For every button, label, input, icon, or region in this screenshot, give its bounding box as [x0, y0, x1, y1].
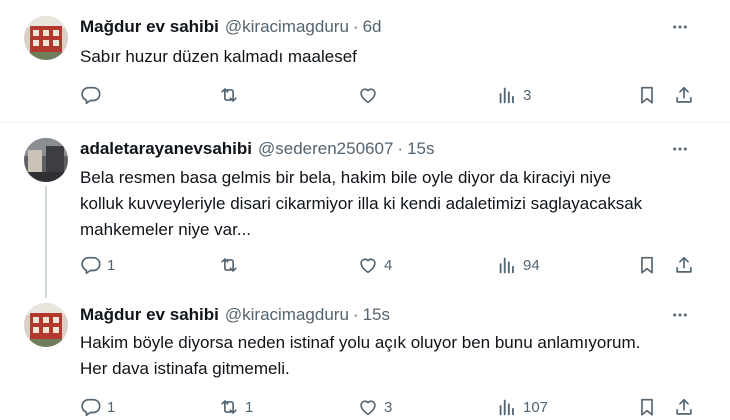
retweet-icon [221, 400, 237, 414]
views-count: 94 [523, 256, 540, 274]
tweet-text-line: kolluk kuvveyleriyle disari cikarmiyor i… [80, 194, 643, 213]
avatar-photo-image [24, 138, 68, 182]
views-button[interactable]: 3 [496, 83, 531, 107]
user-handle[interactable]: @sederen250607 [258, 139, 393, 159]
more-icon[interactable] [670, 17, 690, 37]
reply-icon [81, 256, 101, 275]
retweet-icon [221, 88, 237, 102]
tweet-text-line: Hakim böyle diyorsa neden istinaf yolu a… [80, 333, 641, 352]
avatar[interactable] [24, 138, 68, 182]
like-button[interactable]: 3 [357, 395, 392, 419]
tweet-header: Mağdur ev sahibi @kiracimagduru · 6d [80, 16, 382, 38]
like-button[interactable] [357, 83, 384, 107]
timestamp[interactable]: 15s [407, 139, 434, 159]
bookmark-icon [641, 398, 653, 416]
timestamp[interactable]: 15s [363, 305, 390, 325]
like-button[interactable]: 4 [357, 253, 392, 277]
share-icon [676, 86, 692, 103]
share-button[interactable] [673, 83, 695, 107]
avatar[interactable] [24, 16, 68, 60]
views-icon [499, 257, 514, 274]
share-button[interactable] [673, 395, 695, 419]
separator-dot: · [352, 305, 359, 324]
display-name[interactable]: Mağdur ev sahibi [80, 305, 219, 325]
retweet-icon [221, 258, 237, 272]
reply-icon [81, 86, 101, 105]
reply-button[interactable]: 1 [80, 395, 115, 419]
reply-button[interactable]: 1 [80, 253, 115, 277]
more-icon[interactable] [670, 139, 690, 159]
user-handle[interactable]: @kiracimagduru [225, 17, 349, 37]
share-button[interactable] [673, 253, 695, 277]
views-count: 3 [523, 86, 532, 104]
like-icon [360, 258, 376, 274]
tweet-text-line: mahkemeler niye var... [80, 220, 252, 239]
avatar-house-image [24, 16, 68, 60]
reply-count: 1 [107, 398, 116, 416]
bookmark-button[interactable] [636, 253, 658, 277]
retweet-count: 1 [245, 398, 254, 416]
tweet-header: Mağdur ev sahibi @kiracimagduru · 15s [80, 304, 390, 326]
bookmark-button[interactable] [636, 395, 658, 419]
views-button[interactable]: 107 [496, 395, 548, 419]
share-icon [676, 256, 692, 273]
tweet-text-line: Bela resmen basa gelmis bir bela, hakim … [80, 168, 612, 187]
tweet-text: Hakim böyle diyorsa neden istinaf yolu a… [80, 330, 700, 382]
views-icon [499, 87, 514, 104]
timestamp[interactable]: 6d [363, 17, 382, 37]
like-icon [360, 88, 376, 104]
reply-button[interactable] [80, 83, 107, 107]
views-icon [499, 399, 514, 416]
tweet-header: adaletarayanevsahibi @sederen250607 · 15… [80, 138, 435, 160]
more-icon[interactable] [670, 305, 690, 325]
reply-icon [81, 398, 101, 417]
tweet-thread: Mağdur ev sahibi @kiracimagduru · 6d Sab… [0, 0, 730, 420]
bookmark-icon [641, 256, 653, 274]
bookmark-button[interactable] [636, 83, 658, 107]
retweet-button[interactable]: 1 [218, 395, 253, 419]
tweet-text: Bela resmen basa gelmis bir bela, hakim … [80, 165, 700, 243]
avatar[interactable] [24, 303, 68, 347]
bookmark-icon [641, 86, 653, 104]
tweet-text-line: Her dava istinafa gitmemeli. [80, 359, 290, 378]
reply-count: 1 [107, 256, 116, 274]
share-icon [676, 398, 692, 415]
tweet-text: Sabır huzur düzen kalmadı maalesef [80, 44, 700, 70]
like-count: 3 [384, 398, 393, 416]
user-handle[interactable]: @kiracimagduru [225, 305, 349, 325]
views-button[interactable]: 94 [496, 253, 540, 277]
like-count: 4 [384, 256, 393, 274]
views-count: 107 [523, 398, 549, 416]
separator-dot: · [397, 139, 404, 158]
retweet-button[interactable] [218, 253, 245, 277]
retweet-button[interactable] [218, 83, 245, 107]
tweet-text-line: Sabır huzur düzen kalmadı maalesef [80, 47, 357, 66]
thread-line [45, 186, 47, 298]
divider [0, 122, 730, 123]
display-name[interactable]: Mağdur ev sahibi [80, 17, 219, 37]
separator-dot: · [352, 17, 359, 36]
display-name[interactable]: adaletarayanevsahibi [80, 139, 252, 159]
like-icon [360, 400, 376, 416]
avatar-house-image [24, 303, 68, 347]
